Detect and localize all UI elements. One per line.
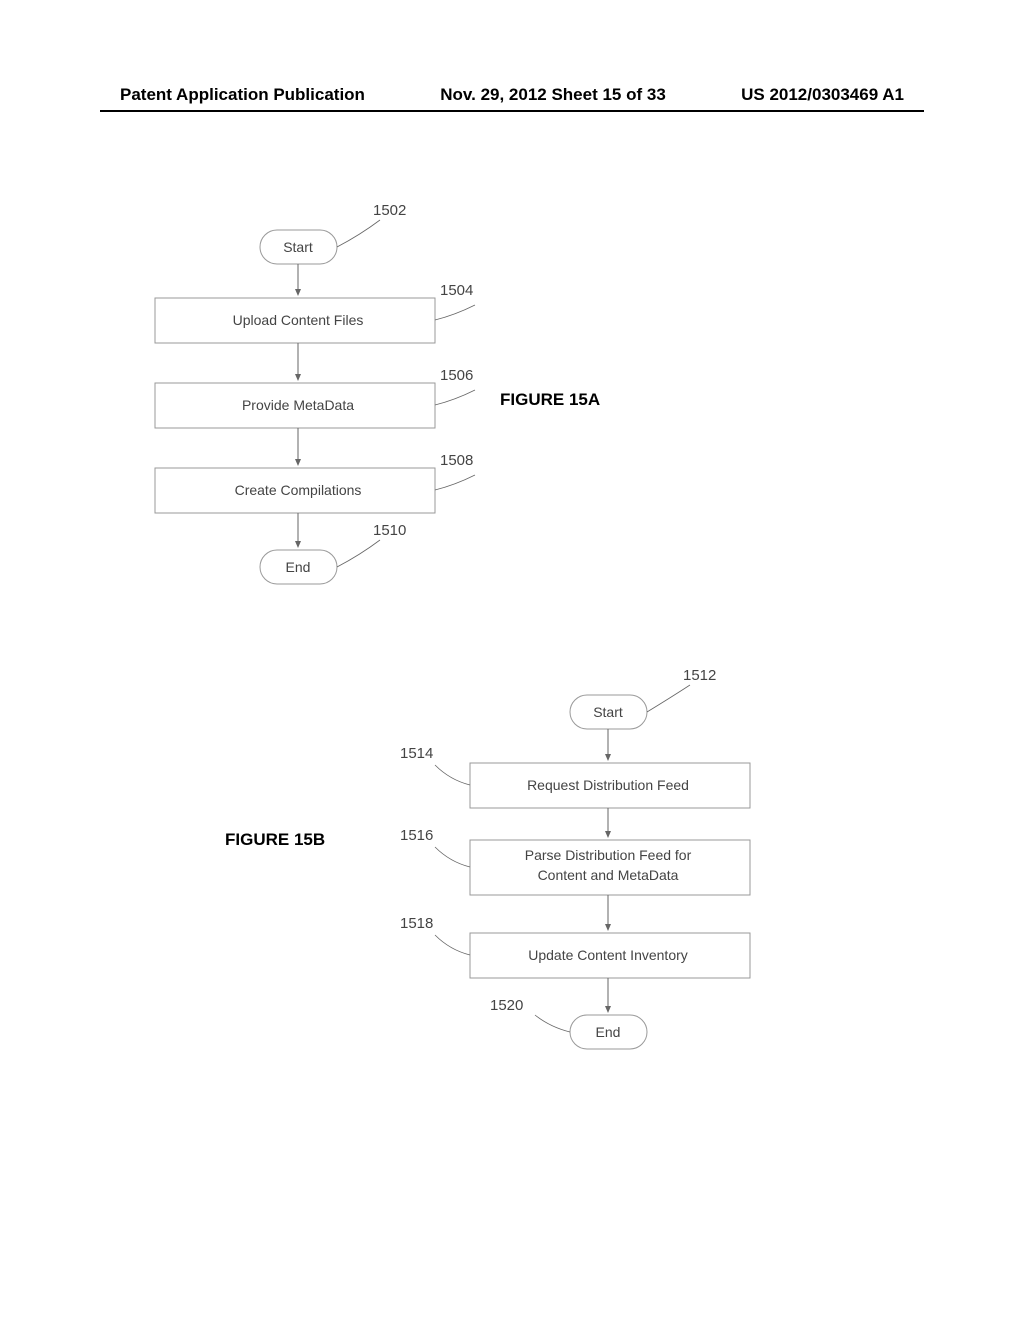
end-label-b: End xyxy=(596,1024,621,1040)
header-publication: Patent Application Publication xyxy=(120,85,365,105)
update-label: Update Content Inventory xyxy=(528,947,688,963)
figure-15b: Start 1512 Request Distribution Feed 151… xyxy=(225,667,750,1049)
ref-1512: 1512 xyxy=(683,667,716,684)
ref-1518: 1518 xyxy=(400,915,433,932)
ref-1504: 1504 xyxy=(440,282,473,299)
figure-15b-label: FIGURE 15B xyxy=(225,830,325,849)
ref-1502: 1502 xyxy=(373,202,406,219)
leader-1512 xyxy=(647,685,690,712)
ref-1508: 1508 xyxy=(440,452,473,469)
parse-label-line2: Content and MetaData xyxy=(538,867,679,883)
parse-label-line1: Parse Distribution Feed for xyxy=(525,847,692,863)
end-label-a: End xyxy=(286,559,311,575)
figure-15a-label: FIGURE 15A xyxy=(500,390,600,409)
leader-1520 xyxy=(535,1015,570,1032)
leader-1510 xyxy=(337,540,380,567)
ref-1516: 1516 xyxy=(400,827,433,844)
header-patent-number: US 2012/0303469 A1 xyxy=(741,85,904,105)
leader-1508 xyxy=(435,475,475,490)
flowchart-svg: Start 1502 Upload Content Files 1504 Pro… xyxy=(0,140,1024,1240)
leader-1516 xyxy=(435,847,470,867)
ref-1510: 1510 xyxy=(373,522,406,539)
leader-1514 xyxy=(435,765,470,785)
metadata-label: Provide MetaData xyxy=(242,397,354,413)
header-divider xyxy=(100,110,924,112)
request-label: Request Distribution Feed xyxy=(527,777,689,793)
ref-1514: 1514 xyxy=(400,745,433,762)
compilations-label: Create Compilations xyxy=(235,482,362,498)
upload-label: Upload Content Files xyxy=(233,312,364,328)
diagram-container: Start 1502 Upload Content Files 1504 Pro… xyxy=(0,140,1024,1245)
ref-1506: 1506 xyxy=(440,367,473,384)
leader-1518 xyxy=(435,935,470,955)
ref-1520: 1520 xyxy=(490,997,523,1014)
start-label-b: Start xyxy=(593,704,623,720)
leader-1504 xyxy=(435,305,475,320)
figure-15a: Start 1502 Upload Content Files 1504 Pro… xyxy=(155,202,600,584)
page-header: Patent Application Publication Nov. 29, … xyxy=(0,85,1024,105)
start-label-a: Start xyxy=(283,239,313,255)
header-date-sheet: Nov. 29, 2012 Sheet 15 of 33 xyxy=(440,85,666,105)
leader-1502 xyxy=(337,220,380,247)
leader-1506 xyxy=(435,390,475,405)
